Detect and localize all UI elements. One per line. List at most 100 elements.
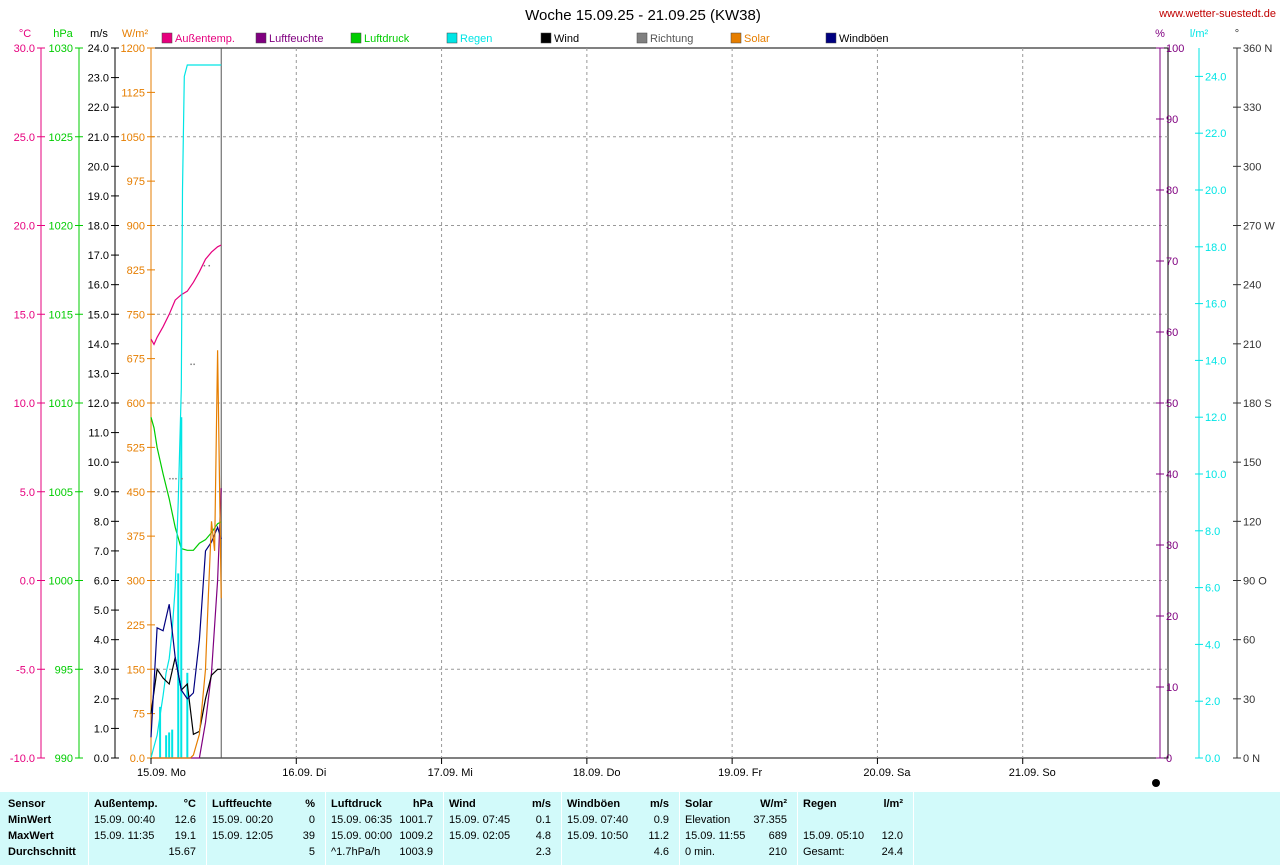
axis-rain-tick-label: 8.0 — [1205, 526, 1220, 538]
axis-press-tick-label: 1010 — [49, 398, 73, 410]
axis-rain-tick-label: 16.0 — [1205, 299, 1226, 311]
axis-rain-tick-label: 6.0 — [1205, 583, 1220, 595]
axis-hum-tick-label: 30 — [1166, 540, 1178, 552]
scroll-dot-icon — [1152, 779, 1160, 787]
axis-hum-tick-label: 80 — [1166, 185, 1178, 197]
stats-empty — [913, 792, 1280, 865]
stats-value-row: 4.6 — [561, 844, 679, 860]
axis-solar-tick-label: 525 — [127, 442, 145, 454]
stats-time: 15.09. 00:20 — [212, 814, 274, 826]
axis-solar-tick-label: 750 — [127, 309, 145, 321]
stats-sensor-unit: m/s — [650, 798, 669, 810]
stats-time: 15.09. 06:35 — [331, 814, 393, 826]
legend-label: Richtung — [650, 33, 693, 45]
stats-block: Windböen m/s 15.09. 07:40 0.9 15.09. 10:50 11… — [561, 792, 680, 865]
stats-row-label: MaxWert — [8, 830, 54, 842]
stats-value-row: 15.09. 05:10 12.0 — [797, 828, 913, 844]
axis-rain-tick-label: 4.0 — [1205, 639, 1220, 651]
stats-value-row: 0 min. 210 — [679, 844, 797, 860]
stats-sensor-name: Regen — [803, 798, 837, 810]
axis-hum-tick-label: 90 — [1166, 114, 1178, 126]
stats-time: 15.09. 00:40 — [94, 814, 156, 826]
axis-rain-tick-label: 10.0 — [1205, 469, 1226, 481]
axis-solar-tick-label: 1200 — [121, 43, 145, 55]
axis-dir-tick-label: 240 — [1243, 280, 1261, 292]
axis-solar-tick-label: 675 — [127, 354, 145, 366]
stats-sensor-unit: W/m² — [760, 798, 787, 810]
stats-value-row: 15.09. 00:00 1009.2 — [325, 828, 443, 844]
stats-value: 4.6 — [653, 846, 669, 858]
legend-swatch — [350, 32, 362, 44]
stats-value-row: 15.09. 07:45 0.1 — [443, 812, 561, 828]
stats-value: 12.6 — [174, 814, 196, 826]
stats-time: 15.09. 02:05 — [449, 830, 511, 842]
axis-solar-unit: W/m² — [122, 28, 149, 40]
stats-value: 4.8 — [535, 830, 551, 842]
axis-hum-tick-label: 60 — [1166, 327, 1178, 339]
legend-label: Außentemp. — [175, 33, 235, 45]
stats-value: 19.1 — [174, 830, 196, 842]
series-wind-line — [150, 657, 222, 736]
axis-wind-tick-label: 13.0 — [88, 368, 109, 380]
stats-row-label: Sensor — [8, 798, 46, 810]
axis-wind-tick-label: 6.0 — [94, 576, 109, 588]
axis-wind-tick-label: 23.0 — [88, 73, 109, 85]
stats-value-row: 15.09. 02:05 4.8 — [443, 828, 561, 844]
stats-value: 39 — [302, 830, 315, 842]
chart-title: Woche 15.09.25 - 21.09.25 (KW38) — [525, 7, 761, 24]
axis-wind-tick-label: 1.0 — [94, 723, 109, 735]
stats-time: Elevation — [685, 814, 731, 826]
series-regen-intensit-t-bar — [180, 417, 183, 758]
axis-solar-tick-label: 75 — [133, 709, 145, 721]
legend-label: Regen — [460, 33, 492, 45]
stats-sensor-name: Luftfeuchte — [212, 798, 272, 810]
axis-rain-tick-label: 20.0 — [1205, 185, 1226, 197]
stats-block: Luftfeuchte% 15.09. 00:20 0 15.09. 12:05 39 5 — [206, 792, 326, 865]
chart-grid — [150, 47, 1169, 759]
axis-wind-tick-label: 18.0 — [88, 221, 109, 233]
axis-solar-tick-label: 900 — [127, 221, 145, 233]
series-regen-intensit-t-bar — [177, 573, 180, 758]
axis-temp-tick-label: 10.0 — [14, 398, 35, 410]
axis-wind-tick-label: 11.0 — [88, 428, 109, 440]
stats-value-row: 2.3 — [443, 844, 561, 860]
axis-wind-tick-label: 17.0 — [88, 250, 109, 262]
axis-press-tick-label: 1020 — [49, 221, 73, 233]
axis-wind-tick-label: 4.0 — [94, 635, 109, 647]
series-richtung-point — [169, 477, 171, 480]
stats-header-row: Wind m/s — [443, 796, 561, 812]
x-tick-label: 21.09. So — [1009, 767, 1056, 779]
axis-rain-tick-label: 24.0 — [1205, 71, 1226, 83]
axis-dir-tick-label: 0 N — [1243, 753, 1260, 765]
axis-rain-tick-label: 18.0 — [1205, 242, 1226, 254]
axis-solar-tick-label: 300 — [127, 576, 145, 588]
stats-value-row: 15.67 — [88, 844, 206, 860]
axis-solar-tick-label: 1050 — [121, 132, 145, 144]
stats-block: Regen l/m² 15.09. 05:10 12.0 Gesamt: 24.4 — [797, 792, 914, 865]
axis-temp-tick-label: 5.0 — [20, 487, 35, 499]
stats-row: MinWert — [0, 812, 88, 828]
axis-hum-tick-label: 10 — [1166, 682, 1178, 694]
stats-time: 15.09. 12:05 — [212, 830, 274, 842]
stats-value-row: 15.09. 00:20 0 — [206, 812, 325, 828]
stats-value: 1009.2 — [399, 830, 433, 842]
axis-dir-tick-label: 270 W — [1243, 221, 1275, 233]
axis-solar-tick-label: 225 — [127, 620, 145, 632]
stats-header-row: Außentemp. °C — [88, 796, 206, 812]
stats-value-row: 15.09. 11:55 689 — [679, 828, 797, 844]
stats-value: 0.9 — [653, 814, 669, 826]
chart-legend: Außentemp. Luftfeuchte Luftdruck Regen Wind R… — [161, 32, 889, 45]
axis-temp-tick-label: 15.0 — [14, 309, 35, 321]
stats-value: 689 — [768, 830, 787, 842]
axis-wind-tick-label: 7.0 — [94, 546, 109, 558]
site-url[interactable]: www.wetter-suestedt.de — [1158, 8, 1276, 20]
stats-time: 0 min. — [685, 846, 715, 858]
stats-header-row: Solar W/m² — [679, 796, 797, 812]
axis-hum-tick-label: 40 — [1166, 469, 1178, 481]
x-tick-label: 19.09. Fr — [718, 767, 762, 779]
axis-wind-tick-label: 21.0 — [88, 132, 109, 144]
axis-press-tick-label: 1005 — [49, 487, 73, 499]
axis-wind-tick-label: 9.0 — [94, 487, 109, 499]
axis-temp-unit: °C — [19, 28, 31, 40]
stats-block: Solar W/m² Elevation 37.355 15.09. 11:55 689 0… — [679, 792, 798, 865]
